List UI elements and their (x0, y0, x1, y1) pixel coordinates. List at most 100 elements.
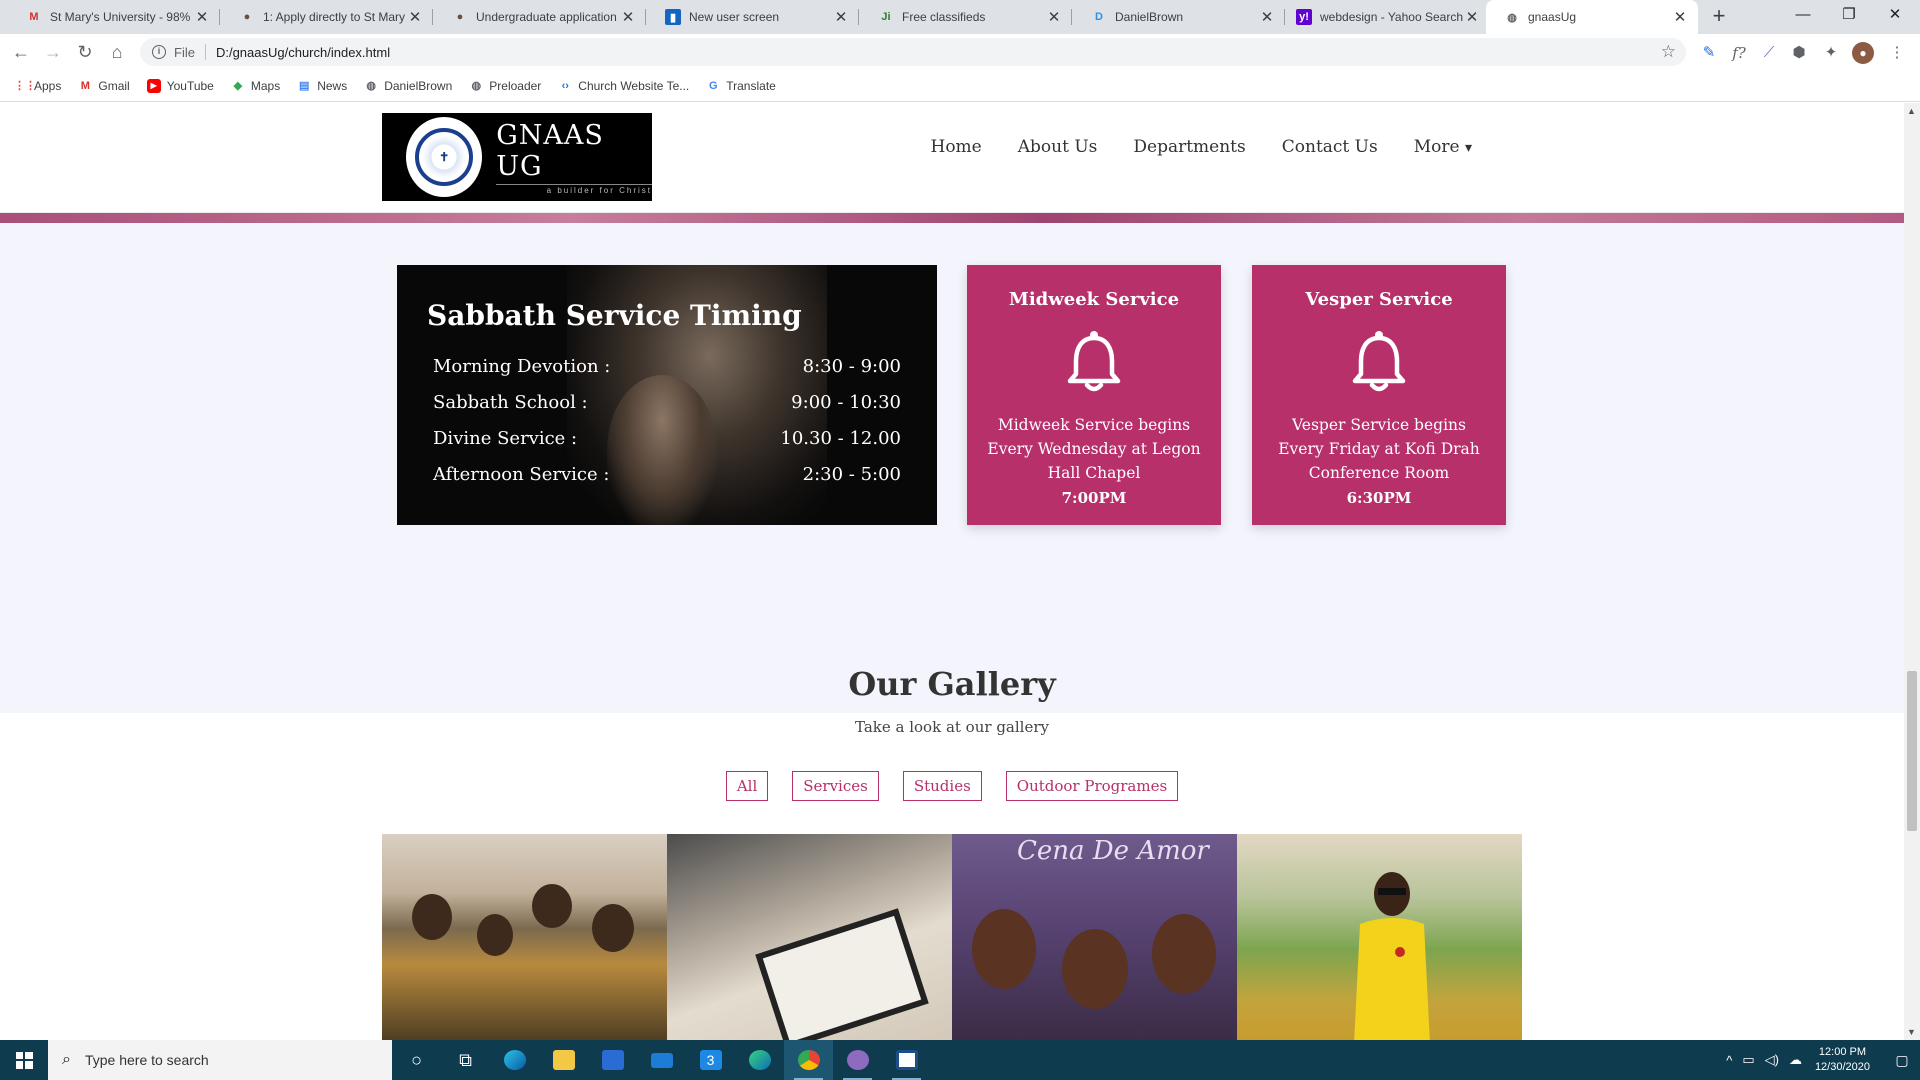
notifications-icon[interactable]: ▢ (1884, 1040, 1920, 1080)
store-icon[interactable] (588, 1040, 637, 1080)
cube-extension-icon[interactable]: ⬢ (1788, 42, 1810, 64)
nav-departments[interactable]: Departments (1133, 133, 1245, 162)
card-description: Vesper Service begins Every Friday at Ko… (1278, 416, 1480, 482)
close-icon[interactable]: ✕ (1046, 8, 1062, 26)
brush-extension-icon[interactable]: ⟋ (1758, 42, 1780, 64)
tab-label: gnaasUg (1528, 10, 1577, 24)
scroll-down-icon[interactable]: ▼ (1907, 1027, 1916, 1037)
cortana-icon[interactable]: ○ (392, 1040, 441, 1080)
formula-extension-icon[interactable]: f? (1728, 42, 1750, 64)
gallery-image-bible-study[interactable] (667, 834, 952, 1040)
tab-danielbrown[interactable]: D DanielBrown ✕ (1073, 0, 1285, 34)
page-scrollbar[interactable]: ▲ ▼ (1904, 103, 1920, 1040)
media-app-icon[interactable] (833, 1040, 882, 1080)
bookmark-news[interactable]: ▤ News (297, 79, 347, 93)
filter-studies-button[interactable]: Studies (902, 771, 982, 801)
gallery-image-outdoor-speaker[interactable] (1237, 834, 1522, 1040)
mail-icon[interactable] (637, 1040, 686, 1080)
filter-services-button[interactable]: Services (792, 771, 879, 801)
pen-extension-icon[interactable]: ✎ (1698, 42, 1720, 64)
url-text[interactable]: D:/gnaasUg/church/index.html (216, 45, 390, 60)
filter-outdoor-programes-button[interactable]: Outdoor Programes (1005, 771, 1179, 801)
nav-about-us[interactable]: About Us (1018, 133, 1098, 162)
close-icon[interactable]: ✕ (407, 8, 423, 26)
onedrive-cloud-icon[interactable]: ☁ (1789, 1052, 1802, 1068)
bookmark-youtube[interactable]: ▶ YouTube (146, 78, 214, 93)
bookmark-star-icon[interactable]: ☆ (1661, 42, 1676, 62)
search-icon: ⌕ (62, 1051, 71, 1068)
address-bar[interactable]: i File D:/gnaasUg/church/index.html ☆ (140, 38, 1686, 66)
gallery-image-pathfinders[interactable] (382, 834, 667, 1040)
close-icon[interactable]: ✕ (194, 8, 210, 26)
info-icon[interactable]: i (152, 45, 166, 59)
forward-button[interactable]: → (42, 42, 64, 64)
menu-kebab-icon[interactable]: ⋮ (1886, 42, 1908, 64)
nav-home[interactable]: Home (931, 133, 982, 162)
nav-contact-us[interactable]: Contact Us (1282, 133, 1378, 162)
home-button[interactable]: ⌂ (106, 42, 128, 64)
minimize-button[interactable]: — (1780, 0, 1826, 34)
schedule-time: 10.30 - 12.00 (780, 428, 901, 449)
edge-dev-icon[interactable] (735, 1040, 784, 1080)
chevron-up-icon[interactable]: ^ (1726, 1053, 1732, 1068)
windows-logo-icon (15, 1051, 33, 1069)
bookmark-church-website[interactable]: ‹› Church Website Te... (558, 79, 690, 93)
clock-date: 12/30/2020 (1814, 1061, 1870, 1073)
gallery-title: Our Gallery (848, 665, 1056, 703)
tab-new-user-screen[interactable]: ▮ New user screen ✕ (647, 0, 859, 34)
bookmark-danielbrown[interactable]: ◍ DanielBrown (364, 79, 452, 93)
tab-free-classifieds[interactable]: Ji Free classifieds ✕ (860, 0, 1072, 34)
chrome-icon[interactable] (784, 1040, 833, 1080)
tab-yahoo-search[interactable]: y! webdesign - Yahoo Search ✕ (1278, 0, 1490, 34)
restore-button[interactable]: ❐ (1826, 0, 1872, 34)
bookmark-translate[interactable]: G Translate (706, 79, 776, 93)
tab-st-marys-gmail[interactable]: M St Mary's University - 98% g ✕ (8, 0, 220, 34)
tab-label: St Mary's University - 98% g (50, 10, 194, 24)
schedule-time: 8:30 - 9:00 (802, 356, 901, 377)
network-icon[interactable]: ▭ (1742, 1052, 1754, 1068)
task-view-icon[interactable]: ⧉ (441, 1040, 490, 1080)
back-button[interactable]: ← (10, 42, 32, 64)
toolbar: ← → ↻ ⌂ i File D:/gnaasUg/church/index.h… (0, 34, 1920, 70)
profile-avatar[interactable]: ● (1852, 42, 1874, 64)
app-3-icon[interactable]: 3 (686, 1040, 735, 1080)
edge-icon[interactable] (490, 1040, 539, 1080)
search-placeholder: Type here to search (84, 1052, 209, 1068)
clock[interactable]: 12:00 PM 12/30/2020 (1815, 1045, 1870, 1075)
editor-app-icon[interactable] (882, 1040, 931, 1080)
close-icon[interactable]: ✕ (1259, 8, 1275, 26)
bookmark-preloader[interactable]: ◍ Preloader (469, 79, 541, 93)
file-explorer-icon[interactable] (539, 1040, 588, 1080)
gallery-grid: Cena De Amor (382, 834, 1522, 1040)
tab-undergraduate-application[interactable]: ● Undergraduate application ✕ (434, 0, 646, 34)
site-logo[interactable]: ✝ GNAAS UG a builder for Christ (382, 113, 652, 201)
windows-taskbar: ⌕ Type here to search ○ ⧉ 3 ^ ▭ ◁) ☁ 12:… (0, 1040, 1920, 1080)
nav-more[interactable]: More ▾ (1414, 133, 1472, 162)
gallery-filters: All Services Studies Outdoor Programes (0, 771, 1904, 801)
new-tab-button[interactable]: + (1706, 4, 1732, 30)
close-icon[interactable]: ✕ (1672, 8, 1688, 26)
close-icon[interactable]: ✕ (1464, 8, 1480, 26)
reload-button[interactable]: ↻ (74, 42, 96, 64)
puzzle-extensions-icon[interactable]: ✦ (1820, 42, 1842, 64)
bookmark-maps[interactable]: ◆ Maps (231, 79, 281, 93)
volume-icon[interactable]: ◁) (1765, 1052, 1779, 1068)
start-button[interactable] (0, 1040, 48, 1080)
translate-icon: G (708, 79, 718, 92)
taskbar-search[interactable]: ⌕ Type here to search (48, 1040, 392, 1080)
nav-more-label: More (1413, 137, 1460, 157)
close-window-button[interactable]: ✕ (1872, 0, 1918, 34)
tab-label: DanielBrown (1115, 10, 1184, 24)
gallery-image-ladies[interactable]: Cena De Amor (952, 834, 1237, 1040)
schedule-time: 2:30 - 5:00 (802, 464, 901, 485)
close-icon[interactable]: ✕ (620, 8, 636, 26)
close-icon[interactable]: ✕ (833, 8, 849, 26)
scroll-up-icon[interactable]: ▲ (1907, 106, 1916, 116)
schedule-row: Sabbath School : 9:00 - 10:30 (433, 392, 901, 413)
tab-gnaasug[interactable]: ◍ gnaasUg ✕ (1486, 0, 1698, 34)
tab-apply-st-marys[interactable]: ● 1: Apply directly to St Mary ✕ (221, 0, 433, 34)
scrollbar-thumb[interactable] (1907, 671, 1917, 831)
filter-all-button[interactable]: All (725, 771, 769, 801)
bookmark-gmail[interactable]: M Gmail (78, 79, 130, 93)
bookmark-apps[interactable]: ⋮⋮ Apps (14, 79, 61, 93)
